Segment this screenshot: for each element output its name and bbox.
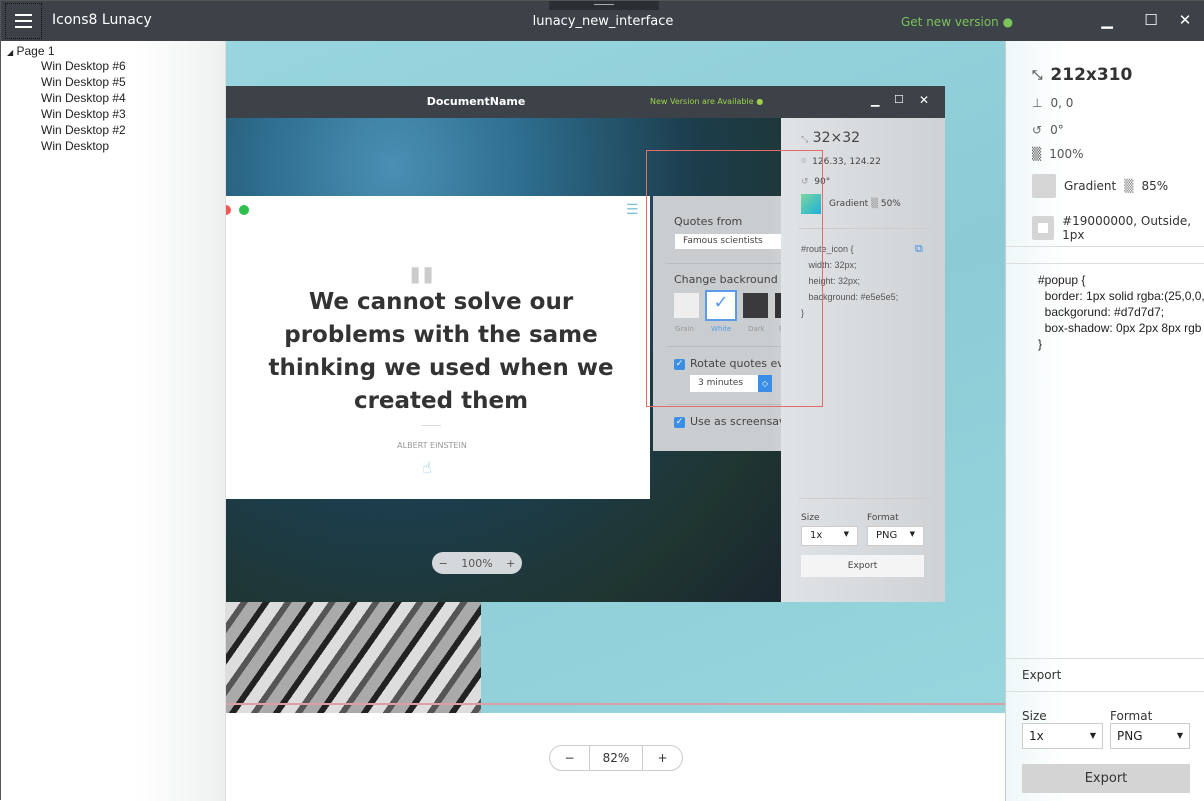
- divider: [421, 425, 441, 426]
- layer-item[interactable]: Win Desktop #2: [41, 123, 126, 137]
- window-zoom-dot: [239, 205, 249, 215]
- settings-sliders-icon: ☰: [626, 202, 639, 218]
- minimize-button[interactable]: ▁: [1097, 11, 1117, 29]
- artboard-mockup[interactable]: DocumentName New Version are Available ●…: [226, 86, 945, 602]
- fill-swatch[interactable]: [1032, 174, 1056, 198]
- building-image: [226, 602, 481, 713]
- position-axes-icon: ⊥: [1032, 96, 1043, 110]
- page-label: Page 1: [16, 44, 55, 58]
- mockup-title-bar: DocumentName New Version are Available ●…: [226, 86, 945, 118]
- position-field[interactable]: ⊥ 0, 0: [1032, 96, 1073, 110]
- touch-icon: ☝: [422, 458, 432, 477]
- canvas[interactable]: DocumentName New Version are Available ●…: [226, 41, 1005, 713]
- export-size-select[interactable]: 1x ▼: [1022, 723, 1103, 749]
- zoom-out-button[interactable]: −: [550, 746, 590, 770]
- artboard-edge: [226, 703, 1005, 705]
- zoom-in-button[interactable]: +: [642, 746, 682, 770]
- layer-item[interactable]: Win Desktop #3: [41, 107, 126, 121]
- zoom-control: − 82% +: [549, 745, 683, 771]
- layer-item[interactable]: Win Desktop #5: [41, 75, 126, 89]
- export-format-label: Format: [1110, 709, 1153, 723]
- app-title: Icons8 Lunacy: [52, 12, 152, 28]
- opacity-icon: ▒: [1124, 179, 1134, 193]
- layers-panel: ◢ Page 1 Win Desktop #6 Win Desktop #5 W…: [1, 41, 226, 801]
- drag-handle[interactable]: [549, 1, 659, 10]
- mockup-zoom-in: +: [506, 556, 516, 570]
- mockup-zoom-out: −: [438, 556, 448, 570]
- tree-page[interactable]: ◢ Page 1: [7, 44, 55, 58]
- canvas-footer: − 82% +: [226, 713, 1005, 801]
- resize-icon: ⤡: [801, 135, 809, 145]
- layer-item[interactable]: Win Desktop #6: [41, 59, 126, 73]
- size-field[interactable]: ⤡ 212x310: [1032, 65, 1132, 85]
- mockup-zoom-control: −100% +: [432, 552, 522, 574]
- mockup-maximize-icon: ☐: [894, 93, 904, 106]
- mockup-fill: Gradient ▒ 50%: [829, 199, 901, 209]
- quote-text: We cannot solve our problems with the sa…: [268, 289, 614, 414]
- mockup-format-select: PNG ▼: [867, 526, 924, 546]
- maximize-button[interactable]: ☐: [1141, 11, 1161, 29]
- opacity-icon: ▒: [1032, 147, 1042, 161]
- mockup-zoom-value: 100%: [461, 556, 493, 570]
- opacity-field[interactable]: ▒ 100%: [1032, 147, 1084, 161]
- mockup-size-label: Size: [801, 513, 820, 523]
- fill-row[interactable]: Gradient ▒ 85%: [1032, 174, 1168, 198]
- copy-icon: ⧉: [915, 242, 923, 255]
- export-title: Export: [1022, 668, 1062, 682]
- quote-author: ALBERT EINSTEIN: [397, 441, 467, 450]
- rotate-icon: ↺: [1032, 123, 1043, 137]
- dropdown-arrow-icon: ▼: [1176, 731, 1183, 740]
- layer-item[interactable]: Win Desktop: [41, 139, 109, 153]
- title-bar: Icons8 Lunacy lunacy_new_interface Get n…: [1, 1, 1204, 41]
- document-title: lunacy_new_interface: [532, 14, 674, 29]
- selection-outline: [646, 150, 823, 407]
- rotation-field[interactable]: ↺ 0°: [1032, 123, 1064, 137]
- export-size-label: Size: [1022, 709, 1047, 723]
- mockup-size-select: 1x ▼: [801, 526, 858, 546]
- hamburger-menu-button[interactable]: [5, 3, 42, 39]
- get-new-version-link[interactable]: Get new version ●: [901, 15, 1013, 29]
- export-format-select[interactable]: PNG ▼: [1110, 723, 1190, 749]
- export-button[interactable]: Export: [1022, 764, 1190, 793]
- mockup-size: ⤡ 32×32: [801, 130, 861, 146]
- layer-item[interactable]: Win Desktop #4: [41, 91, 126, 105]
- border-swatch[interactable]: [1032, 216, 1055, 240]
- mockup-export-button: Export: [801, 555, 924, 577]
- collapse-arrow-icon[interactable]: ◢: [7, 48, 13, 57]
- mockup-minimize-icon: ▁: [871, 94, 880, 107]
- mockup-close-icon: ✕: [919, 93, 930, 107]
- mockup-update-text: New Version are Available ●: [650, 97, 764, 106]
- window-close-dot: [226, 205, 231, 215]
- resize-icon: ⤡: [1032, 67, 1043, 83]
- border-row[interactable]: #19000000, Outside, 1px: [1032, 214, 1204, 242]
- opacity-icon: ▒: [871, 199, 878, 209]
- mockup-format-label: Format: [867, 513, 899, 523]
- screensaver-checkbox: ✓ Use as screensaver: [674, 415, 797, 428]
- quote-card: ☰ " We cannot solve our problems with th…: [226, 196, 650, 499]
- inspector-panel: ⤡ 212x310 ⊥ 0, 0 ↺ 0° ▒ 100% Gradient ▒ 85% #1…: [1005, 41, 1204, 801]
- close-button[interactable]: ✕: [1175, 11, 1195, 29]
- zoom-value[interactable]: 82%: [590, 746, 642, 770]
- dropdown-arrow-icon: ▼: [1089, 731, 1096, 740]
- css-code[interactable]: #popup { border: 1px solid rgba:(25,0,0,…: [1038, 272, 1204, 352]
